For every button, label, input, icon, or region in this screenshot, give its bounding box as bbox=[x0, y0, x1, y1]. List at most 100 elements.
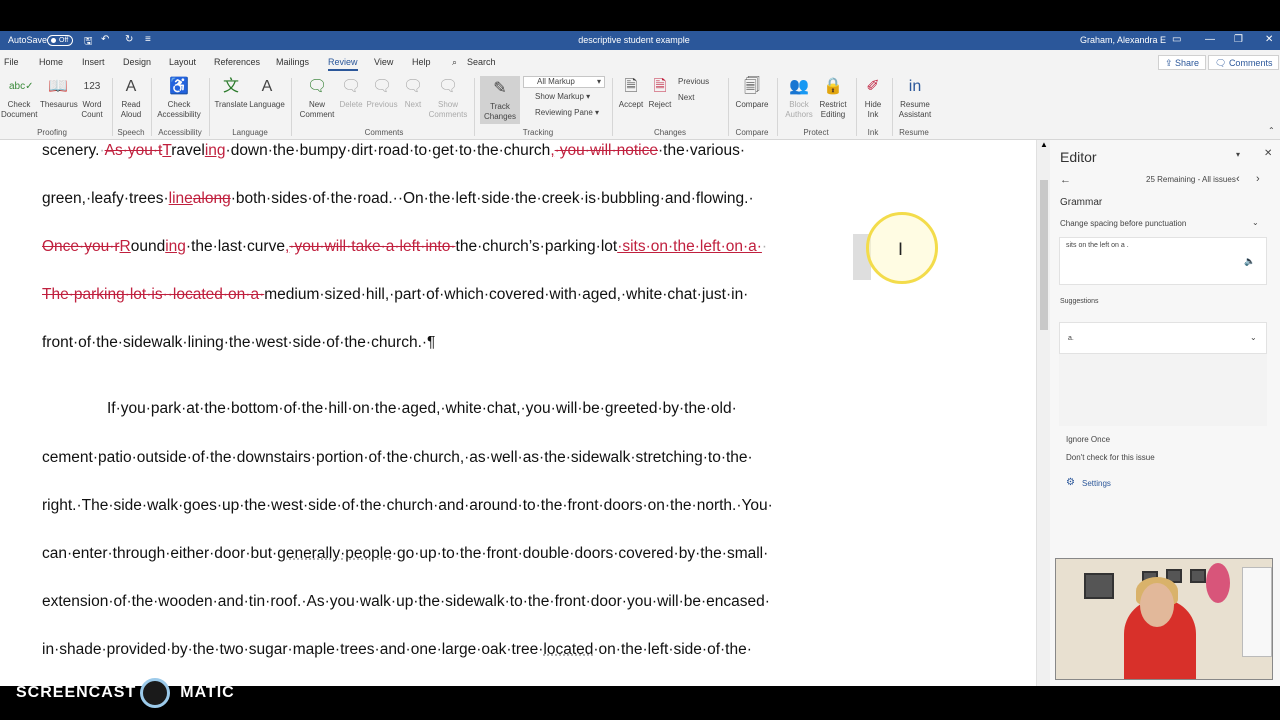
tracked-insertion[interactable]: ing bbox=[165, 238, 186, 255]
pane-close-icon[interactable]: ✕ bbox=[1264, 148, 1272, 159]
text-run: ound bbox=[130, 238, 166, 255]
track-changes-label: Track Changes bbox=[483, 102, 517, 121]
ibeam-cursor-icon: I bbox=[898, 240, 904, 260]
translate-icon: 文 bbox=[222, 78, 239, 95]
read-aloud-button[interactable]: A Read Aloud bbox=[117, 76, 145, 120]
ribbon-divider bbox=[291, 78, 292, 136]
tracked-deletion[interactable]: Once·you·r bbox=[42, 238, 120, 255]
next-comment-button[interactable]: 🗨 Next bbox=[400, 76, 426, 110]
search-icon[interactable]: ⌕ bbox=[452, 57, 457, 68]
tab-home[interactable]: Home bbox=[39, 57, 63, 67]
dont-check-link[interactable]: Don't check for this issue bbox=[1066, 453, 1155, 462]
vertical-scrollbar[interactable]: ▲ bbox=[1036, 140, 1050, 686]
group-proofing: Proofing bbox=[37, 128, 67, 137]
spellcheck-icon: abc✓ bbox=[9, 81, 34, 92]
pane-options-icon[interactable]: ▾ bbox=[1236, 150, 1240, 159]
tab-mailings[interactable]: Mailings bbox=[276, 57, 309, 67]
reject-button[interactable]: 🗎 Reject bbox=[646, 76, 674, 110]
tab-view[interactable]: View bbox=[374, 57, 393, 67]
check-accessibility-button[interactable]: ♿ Check Accessibility bbox=[156, 76, 202, 120]
prev-issue-icon[interactable]: ‹ bbox=[1236, 173, 1240, 185]
grammar-flag[interactable]: located bbox=[543, 641, 593, 658]
show-markup-button[interactable]: Show Markup ▾ bbox=[523, 92, 590, 101]
thesaurus-button[interactable]: 📖 Thesaurus bbox=[40, 76, 78, 110]
tab-insert[interactable]: Insert bbox=[82, 57, 105, 67]
resume-assistant-button[interactable]: in Resume Assistant bbox=[896, 76, 934, 120]
restore-icon[interactable]: ❐ bbox=[1234, 34, 1243, 45]
show-comments-button[interactable]: 🗨 Show Comments bbox=[427, 76, 469, 120]
reviewing-pane-button[interactable]: Reviewing Pane ▾ bbox=[523, 108, 599, 117]
chevron-down-icon[interactable]: ⌄ bbox=[1250, 333, 1257, 342]
scrollbar-thumb[interactable] bbox=[1040, 180, 1048, 330]
hide-ink-button[interactable]: ✐ Hide Ink bbox=[860, 76, 886, 120]
search-box[interactable]: Search bbox=[467, 57, 496, 67]
tab-file[interactable]: File bbox=[4, 57, 19, 67]
tab-help[interactable]: Help bbox=[412, 57, 431, 67]
text-run[interactable]: · bbox=[762, 238, 767, 255]
tracked-deletion[interactable]: ·you·will·take·a·left·into· bbox=[289, 238, 455, 255]
next-change-button[interactable]: Next bbox=[678, 93, 694, 102]
doc-line-11: in·shade·provided·by·the·two·sugar·maple… bbox=[42, 641, 752, 659]
accept-label: Accept bbox=[618, 100, 644, 109]
check-document-button[interactable]: abc✓ Check Document bbox=[1, 76, 37, 120]
text-run: green,·leafy·trees· bbox=[42, 190, 169, 207]
accept-button[interactable]: 🗎 Accept bbox=[617, 76, 645, 110]
doc-line-3: Once·you·rRounding·the·last·curve,·you·w… bbox=[42, 238, 767, 256]
share-button[interactable]: ⇪ Share bbox=[1158, 55, 1207, 70]
text-run: scenery. bbox=[42, 142, 100, 159]
tracked-insertion[interactable]: ing bbox=[205, 142, 226, 159]
tracked-insertion[interactable]: R bbox=[120, 238, 131, 255]
scroll-up-icon[interactable]: ▲ bbox=[1040, 140, 1048, 149]
tracked-deletion[interactable]: ·you·will·notice bbox=[555, 142, 658, 159]
tracked-insertion[interactable]: line bbox=[169, 190, 193, 207]
comments-button[interactable]: 🗨 Comments bbox=[1208, 55, 1280, 70]
block-authors-button[interactable]: 👥 Block Authors bbox=[782, 76, 816, 120]
next-comment-icon: 🗨 bbox=[403, 78, 424, 95]
ribbon-divider bbox=[728, 78, 729, 136]
tracked-deletion[interactable]: along bbox=[193, 190, 231, 207]
text-run: ·both·sides·of·the·road.··On·the·left·si… bbox=[230, 190, 754, 207]
previous-change-button[interactable]: Previous bbox=[678, 77, 709, 86]
compare-button[interactable]: 🗐 Compare bbox=[733, 76, 771, 110]
translate-button[interactable]: 文 Translate bbox=[213, 76, 249, 110]
close-icon[interactable]: ✕ bbox=[1265, 34, 1273, 45]
text-run: the·church’s·parking·lot bbox=[455, 238, 618, 255]
suggestion-card[interactable]: a. ⌄ bbox=[1059, 322, 1267, 426]
settings-link[interactable]: Settings bbox=[1082, 479, 1111, 488]
ribbon-display-icon[interactable]: ▭ bbox=[1172, 34, 1181, 45]
tracked-deletion[interactable]: The·parking·lot·is··located·on·a· bbox=[42, 286, 264, 303]
new-comment-button[interactable]: 🗨 New Comment bbox=[296, 76, 338, 120]
word-count-button[interactable]: 123 Word Count bbox=[78, 76, 106, 120]
tab-design[interactable]: Design bbox=[123, 57, 151, 67]
expand-issue-icon[interactable]: ⌄ bbox=[1252, 218, 1259, 227]
next-issue-icon[interactable]: › bbox=[1256, 173, 1260, 185]
restrict-editing-button[interactable]: 🔒 Restrict Editing bbox=[816, 76, 850, 120]
grammar-flag[interactable]: generally·people bbox=[277, 545, 392, 562]
tab-review[interactable]: Review bbox=[328, 57, 358, 71]
user-name[interactable]: Graham, Alexandra E bbox=[1080, 35, 1166, 45]
tracked-insertion[interactable]: ·sits·on·the·left·on·a· bbox=[617, 238, 762, 255]
back-arrow-icon[interactable]: ← bbox=[1060, 174, 1071, 186]
delete-comment-button[interactable]: 🗨 Delete bbox=[338, 76, 364, 110]
check-document-label: Check Document bbox=[1, 100, 38, 119]
language-button[interactable]: A Language bbox=[248, 76, 286, 110]
delete-comment-icon: 🗨 bbox=[341, 78, 362, 95]
minimize-icon[interactable]: — bbox=[1205, 34, 1215, 45]
flowers bbox=[1206, 563, 1230, 603]
tracked-deletion[interactable]: As·you·t bbox=[105, 142, 163, 159]
issue-description: Change spacing before punctuation bbox=[1060, 219, 1187, 228]
suggestion-row[interactable]: a. ⌄ bbox=[1059, 322, 1267, 354]
collapse-ribbon-icon[interactable]: ⌃ bbox=[1268, 126, 1275, 135]
speaker-icon[interactable]: 🔈 bbox=[1244, 256, 1255, 267]
tracked-insertion[interactable]: T bbox=[162, 142, 171, 159]
tab-references[interactable]: References bbox=[214, 57, 260, 67]
gear-icon: ⚙ bbox=[1066, 477, 1075, 488]
tab-layout[interactable]: Layout bbox=[169, 57, 196, 67]
previous-comment-button[interactable]: 🗨 Previous bbox=[364, 76, 400, 110]
ignore-once-link[interactable]: Ignore Once bbox=[1066, 435, 1110, 444]
suggestion-text: a. bbox=[1068, 335, 1074, 342]
track-changes-button[interactable]: ✎ Track Changes bbox=[480, 76, 520, 124]
display-for-review-dropdown[interactable]: All Markup ▾ bbox=[523, 76, 605, 88]
share-icon: ⇪ bbox=[1165, 58, 1176, 68]
accept-icon: 🗎 bbox=[624, 78, 638, 95]
